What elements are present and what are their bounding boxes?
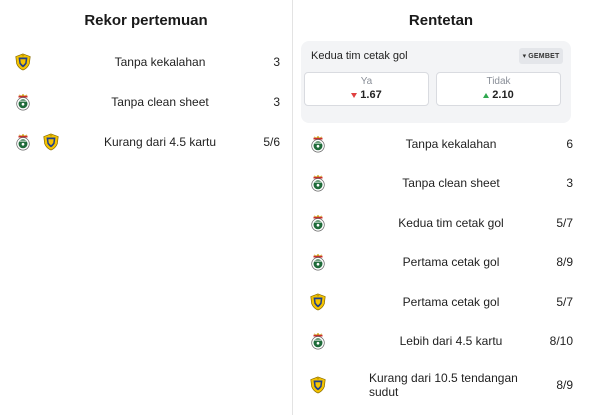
stat-value: 6 <box>566 137 573 151</box>
odds-no-button[interactable]: Tidak 2.10 <box>436 72 561 106</box>
head-to-head-title: Rekor pertemuan <box>84 12 208 29</box>
stat-value: 3 <box>566 176 573 190</box>
villarreal-crest-icon <box>309 376 327 394</box>
bookmaker-icon: ▾ <box>522 53 527 60</box>
odds-no-value-wrap: 2.10 <box>437 89 560 101</box>
odds-yes-value: 1.67 <box>360 89 382 101</box>
stat-label: Kedua tim cetak gol <box>398 216 504 230</box>
bookmaker-name: GEMBET <box>528 52 560 60</box>
stat-value: 5/6 <box>263 135 280 149</box>
head-to-head-panel: Rekor pertemuan Tanpa kekalahan 3 Tanpa … <box>0 0 292 415</box>
odds-yes-value-wrap: 1.67 <box>305 89 428 101</box>
stat-row[interactable]: Tanpa kekalahan 6 <box>309 129 573 159</box>
streaks-title: Rentetan <box>408 12 474 29</box>
stat-row[interactable]: Pertama cetak gol 5/7 <box>309 287 573 317</box>
stat-value: 8/10 <box>549 334 573 348</box>
odds-yes-button[interactable]: Ya 1.67 <box>304 72 429 106</box>
stat-value: 8/9 <box>556 378 573 392</box>
racing-crest-icon <box>309 332 327 350</box>
odds-no-label: Tidak <box>486 76 511 87</box>
team-badges <box>309 135 369 153</box>
odds-yes-label: Ya <box>360 76 373 87</box>
stat-row[interactable]: Lebih dari 4.5 kartu 8/10 <box>309 326 573 356</box>
racing-crest-icon <box>14 93 32 111</box>
odds-market-title: Kedua tim cetak gol <box>311 50 408 62</box>
stat-row[interactable]: Tanpa clean sheet 3 <box>14 87 280 117</box>
stat-value: 5/7 <box>556 295 573 309</box>
stat-row[interactable]: Kurang dari 10.5 tendangan sudut 8/9 <box>309 364 573 406</box>
racing-crest-icon <box>309 135 327 153</box>
odds-card: Kedua tim cetak gol ▾ GEMBET Ya 1.67 Tid… <box>301 41 571 123</box>
stat-label: Tanpa clean sheet <box>402 176 500 190</box>
stat-row[interactable]: Tanpa clean sheet 3 <box>309 168 573 198</box>
team-badges <box>309 214 369 232</box>
villarreal-crest-icon <box>14 53 32 71</box>
stat-label: Kurang dari 10.5 tendangan sudut <box>369 371 518 399</box>
stat-label: Lebih dari 4.5 kartu <box>399 334 503 348</box>
stat-row[interactable]: Tanpa kekalahan 3 <box>14 47 280 77</box>
racing-crest-icon <box>14 133 32 151</box>
stat-value: 8/9 <box>556 255 573 269</box>
stat-label: Pertama cetak gol <box>402 295 500 309</box>
team-badges <box>14 93 84 111</box>
team-badges <box>309 174 369 192</box>
stat-row[interactable]: Kedua tim cetak gol 5/7 <box>309 208 573 238</box>
team-badges <box>309 253 369 271</box>
stat-value: 3 <box>273 95 280 109</box>
stat-label: Pertama cetak gol <box>402 255 500 269</box>
team-badges <box>309 376 369 394</box>
team-badges <box>309 293 369 311</box>
odds-down-arrow-icon <box>351 92 358 98</box>
stat-label: Tanpa clean sheet <box>111 95 209 109</box>
stat-row[interactable]: Pertama cetak gol 8/9 <box>309 247 573 277</box>
stat-value: 3 <box>273 55 280 69</box>
racing-crest-icon <box>309 253 327 271</box>
racing-crest-icon <box>309 174 327 192</box>
stat-label: Tanpa kekalahan <box>405 137 497 151</box>
stat-value: 5/7 <box>556 216 573 230</box>
team-badges <box>309 332 369 350</box>
odds-up-arrow-icon <box>483 92 490 98</box>
stat-row[interactable]: Kurang dari 4.5 kartu 5/6 <box>14 127 280 157</box>
bookmaker-logo[interactable]: ▾ GEMBET <box>519 48 563 64</box>
team-badges <box>14 133 84 151</box>
stat-label: Kurang dari 4.5 kartu <box>103 135 217 149</box>
team-badges <box>14 53 84 71</box>
odds-no-value: 2.10 <box>492 89 514 101</box>
racing-crest-icon <box>309 214 327 232</box>
villarreal-crest-icon <box>42 133 60 151</box>
streaks-panel: Rentetan Kedua tim cetak gol ▾ GEMBET Ya… <box>293 0 589 415</box>
stat-label: Tanpa kekalahan <box>114 55 206 69</box>
villarreal-crest-icon <box>309 293 327 311</box>
